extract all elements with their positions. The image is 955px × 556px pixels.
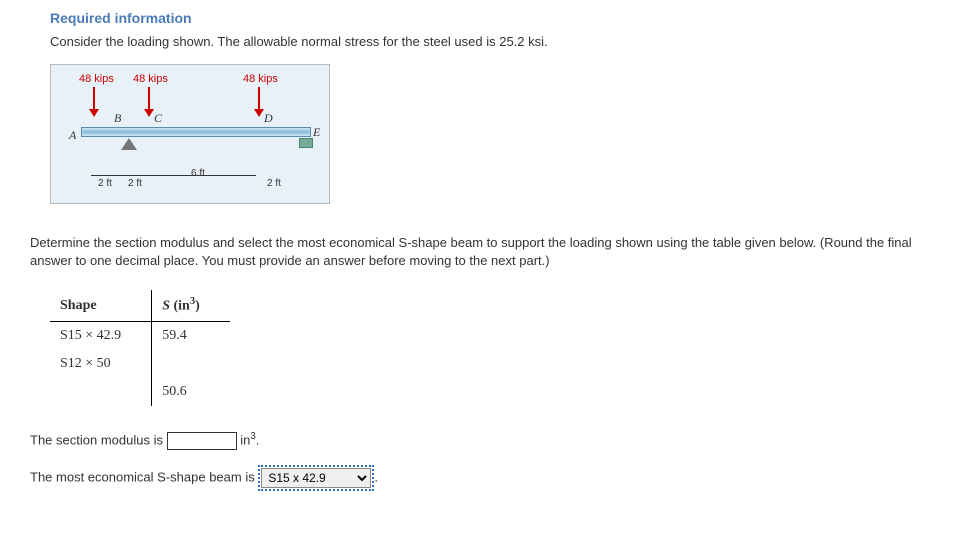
label-modulus: The section modulus is [30,432,167,447]
point-d: D [264,111,273,126]
pin-support [121,138,137,150]
shapes-table: Shape S (in3) S15 × 42.9 59.4 S12 × 50 5… [50,290,925,406]
load-arrow-2 [148,87,150,112]
cell-shape-0: S15 × 42.9 [50,322,152,351]
cell-shape-1: S12 × 50 [50,350,152,378]
load-arrow-1 [93,87,95,112]
beam-element [81,127,311,137]
th-s: S (in3) [152,290,230,321]
dim-line-main [91,175,256,176]
load-label-2: 48 kips [133,73,168,85]
unit-in: in [240,432,250,447]
load-arrow-3 [258,87,260,112]
dim-2ft-1: 2 ft [98,178,112,189]
cell-s-0: 59.4 [152,322,230,351]
point-c: C [154,111,162,126]
intro-text: Consider the loading shown. The allowabl… [50,34,925,49]
th-shape: Shape [50,290,152,321]
cell-shape-2 [50,378,152,406]
dim-2ft-2: 2 ft [128,178,142,189]
cell-s-1 [152,350,230,378]
roller-support [299,138,313,148]
dim-2ft-3: 2 ft [267,178,281,189]
section-header: Required information [50,10,925,26]
answer-section-modulus: The section modulus is in3. [30,431,925,450]
point-e: E [313,125,320,140]
point-a: A [69,128,76,143]
label-beam: The most economical S-shape beam is [30,469,255,484]
point-b: B [114,111,121,126]
load-label-1: 48 kips [79,73,114,85]
load-label-3: 48 kips [243,73,278,85]
table-row: 50.6 [50,378,230,406]
dim-6ft: 6 ft [191,168,205,179]
beam-select[interactable]: S15 x 42.9 S12 x 50 [261,468,371,488]
beam-diagram: 48 kips 48 kips 48 kips A B C D E 2 ft 2… [50,64,330,204]
table-row: S12 × 50 [50,350,230,378]
table-row: S15 × 42.9 59.4 [50,322,230,351]
modulus-input[interactable] [167,432,237,450]
cell-s-2: 50.6 [152,378,230,406]
answer-beam-select: The most economical S-shape beam is S15 … [30,465,925,491]
question-text: Determine the section modulus and select… [30,234,925,270]
